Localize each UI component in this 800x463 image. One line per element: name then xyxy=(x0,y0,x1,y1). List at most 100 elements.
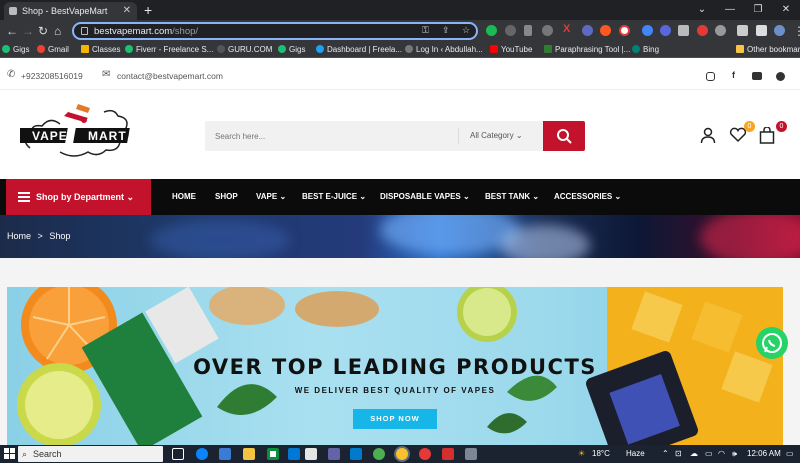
nav-home[interactable]: HOME xyxy=(172,179,196,215)
chrome-menu-icon[interactable]: ⋮ xyxy=(793,23,800,39)
nav-disposable-vapes[interactable]: DISPOSABLE VAPES ⌄ xyxy=(380,179,470,215)
chevron-down-icon: ⌄ xyxy=(532,192,540,201)
bookmark-dashboard[interactable]: Dashboard | Freela... xyxy=(316,44,402,56)
bookmark-paraphrasing[interactable]: Paraphrasing Tool |... xyxy=(544,44,630,56)
camera-extension-icon[interactable] xyxy=(678,25,689,36)
breadcrumb-home[interactable]: Home xyxy=(7,231,31,241)
share-icon[interactable]: ⇪ xyxy=(442,25,450,36)
cart-icon[interactable] xyxy=(759,126,775,149)
edge-icon[interactable] xyxy=(196,448,208,460)
new-tab-button[interactable]: + xyxy=(144,1,152,19)
bookmark-login[interactable]: Log In ‹ Abdullah... xyxy=(405,44,483,56)
volume-icon[interactable]: 🕪 xyxy=(732,448,737,460)
reading-list-icon[interactable] xyxy=(737,25,748,36)
battery-icon[interactable]: ▭ xyxy=(705,448,713,460)
file-explorer-icon[interactable] xyxy=(243,448,255,460)
temperature[interactable]: 18°C xyxy=(592,448,610,460)
bookmark-star-icon[interactable]: ☆ xyxy=(462,25,470,36)
nav-vape[interactable]: VAPE ⌄ xyxy=(256,179,286,215)
address-bar[interactable]: bestvapemart.com/shop/ ⚿ ⇪ ☆ xyxy=(72,22,478,40)
chrome-profile-icon[interactable] xyxy=(419,448,431,460)
bookmark-classes[interactable]: Classes xyxy=(81,44,120,56)
close-window-button[interactable]: ✕ xyxy=(772,0,800,20)
facebook-icon[interactable]: f xyxy=(732,70,735,80)
search-input[interactable] xyxy=(215,129,435,143)
close-tab-icon[interactable]: ✕ xyxy=(123,2,131,20)
wifi-icon[interactable]: ◠ xyxy=(718,448,725,460)
bookmark-label: Fiverr - Freelance S... xyxy=(136,45,214,54)
url-text[interactable]: bestvapemart.com/shop/ xyxy=(94,25,198,38)
home-icon[interactable]: ⌂ xyxy=(54,23,61,39)
bookmark-youtube[interactable]: YouTube xyxy=(490,44,532,56)
bookmark-fiverr[interactable]: Fiverr - Freelance S... xyxy=(125,44,213,56)
x-extension-icon[interactable]: X xyxy=(563,23,574,35)
chrome-active-icon[interactable] xyxy=(396,448,408,460)
bookmark-guru[interactable]: GURU.COM xyxy=(217,44,272,56)
lock-icon[interactable] xyxy=(81,27,88,35)
record-extension-icon[interactable] xyxy=(619,25,630,36)
chrome-icon[interactable] xyxy=(373,448,385,460)
email-address[interactable]: contact@bestvapemart.com xyxy=(117,71,223,81)
reload-icon[interactable]: ↻ xyxy=(38,23,48,39)
phone-number[interactable]: +923208516019 xyxy=(21,71,83,81)
search-button[interactable] xyxy=(543,121,585,151)
cloud-icon[interactable]: ☁ xyxy=(690,448,698,460)
forward-arrow-icon[interactable]: → xyxy=(22,23,34,39)
breadcrumb: Home > Shop xyxy=(7,229,70,243)
wordpress-extension-icon[interactable] xyxy=(642,25,653,36)
tab-search-icon[interactable]: ⌄ xyxy=(688,0,716,20)
tz-extension-icon[interactable] xyxy=(600,25,611,36)
extension-icon[interactable] xyxy=(505,25,516,36)
network-icon[interactable]: ⊡ xyxy=(675,448,682,460)
bookmark-bing[interactable]: Bing xyxy=(632,44,659,56)
widgets-icon[interactable] xyxy=(219,448,231,460)
shop-now-button[interactable]: SHOP NOW xyxy=(353,409,437,429)
whatsapp-chat-button[interactable] xyxy=(756,327,788,359)
bookmark-other[interactable]: Other bookmarks xyxy=(736,44,800,56)
shield-extension-icon[interactable] xyxy=(542,25,553,36)
restore-button[interactable]: ❐ xyxy=(744,0,772,20)
notifications-icon[interactable]: ▭ xyxy=(786,448,794,460)
pinterest-icon[interactable] xyxy=(776,72,785,81)
store-icon[interactable] xyxy=(267,448,279,460)
vscode-icon[interactable] xyxy=(350,448,362,460)
puzzle-extensions-icon[interactable] xyxy=(715,25,726,36)
key-icon[interactable]: ⚿ xyxy=(422,25,429,36)
bookmark-gmail[interactable]: Gmail xyxy=(37,44,69,56)
bookmark-gigs[interactable]: Gigs xyxy=(2,44,29,56)
instagram-icon[interactable] xyxy=(706,72,715,81)
youtube-social-icon[interactable] xyxy=(752,72,762,80)
wishlist-heart-icon[interactable] xyxy=(729,127,747,148)
app-icon-gray[interactable] xyxy=(465,448,477,460)
teams-icon[interactable] xyxy=(328,448,340,460)
mail-app-icon[interactable] xyxy=(288,448,300,460)
app-icon-red[interactable] xyxy=(442,448,454,460)
red-extension-icon[interactable] xyxy=(697,25,708,36)
show-hidden-icons-icon[interactable]: ⌃ xyxy=(662,448,669,460)
back-arrow-icon[interactable]: ← xyxy=(6,23,18,39)
browser-tab[interactable]: Shop - BestVapeMart ✕ xyxy=(4,2,137,20)
site-logo[interactable]: VAPE MART xyxy=(15,104,138,164)
minimize-button[interactable]: — xyxy=(716,0,744,20)
clock-time[interactable]: 12:06 AM xyxy=(747,448,781,460)
taskbar-search-box[interactable]: ⌕ Search xyxy=(18,446,163,462)
phone-extension-icon[interactable] xyxy=(524,25,532,36)
nav-best-e-juice[interactable]: BEST E-JUICE ⌄ xyxy=(302,179,366,215)
shop-by-department-button[interactable]: Shop by Department ⌄ xyxy=(6,179,151,215)
weather-condition[interactable]: Haze xyxy=(626,448,645,460)
nav-shop[interactable]: SHOP xyxy=(215,179,238,215)
bookmark-gigs-2[interactable]: Gigs xyxy=(278,44,305,56)
profile-avatar[interactable] xyxy=(774,25,785,36)
sidebar-icon[interactable] xyxy=(756,25,767,36)
account-icon[interactable] xyxy=(700,127,716,148)
nav-accessories[interactable]: ACCESSORIES ⌄ xyxy=(554,179,621,215)
top-contact-bar: ✆ +923208516019 ✉ contact@bestvapemart.c… xyxy=(0,62,800,90)
world-extension-icon[interactable] xyxy=(660,25,671,36)
task-view-icon[interactable] xyxy=(172,448,184,460)
windows-start-icon[interactable] xyxy=(4,448,16,460)
extension-icon-2[interactable] xyxy=(582,25,593,36)
nav-best-tank[interactable]: BEST TANK ⌄ xyxy=(485,179,539,215)
category-select[interactable]: All Category ⌄ xyxy=(458,128,523,144)
app-icon[interactable] xyxy=(305,448,317,460)
grammar-extension-icon[interactable] xyxy=(486,25,497,36)
